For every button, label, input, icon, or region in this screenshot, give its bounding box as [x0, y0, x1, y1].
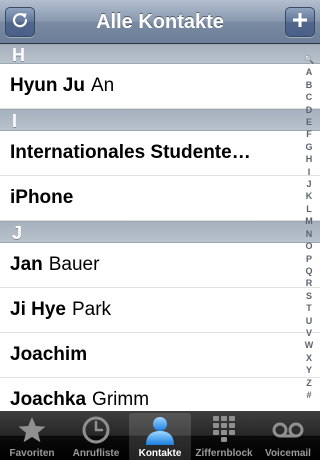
index-letter[interactable]: D	[306, 105, 313, 115]
index-letter[interactable]: X	[306, 353, 312, 363]
navigation-bar: Alle Kontakte	[0, 0, 320, 44]
tab-kontakte[interactable]: Kontakte	[129, 413, 191, 460]
refresh-icon	[11, 11, 29, 34]
index-letter[interactable]: V	[306, 328, 312, 338]
contact-family-name: An	[90, 75, 115, 96]
star-icon	[17, 415, 47, 450]
section-header-j: J	[0, 221, 320, 243]
contact-given-name: Ji Hye	[10, 299, 66, 320]
contact-family-name: Bauer	[48, 254, 100, 275]
clock-icon	[81, 415, 111, 450]
contact-given-name: Joachim	[10, 344, 88, 365]
contact-row[interactable]: iPhone	[0, 176, 320, 221]
contact-row[interactable]: Joachka Grimm	[0, 378, 320, 410]
tab-voicemail[interactable]: Voicemail	[257, 413, 319, 460]
index-letter[interactable]: U	[306, 316, 313, 326]
contact-list[interactable]: H Hyun Ju An I Internationales Studente… …	[0, 44, 320, 410]
alphabet-index[interactable]: 🔍 A B C D E F G H I J K L M N O P Q R S T U V W X Y Z #	[298, 55, 320, 400]
section-header-h: H	[0, 44, 320, 65]
tab-anrufliste[interactable]: Anrufliste	[65, 413, 127, 460]
index-letter[interactable]: C	[306, 92, 313, 102]
index-letter[interactable]: Y	[306, 365, 312, 375]
contact-family-name: Park	[71, 299, 112, 320]
section-header-i: I	[0, 109, 320, 131]
index-letter[interactable]: P	[306, 254, 312, 264]
keypad-icon	[209, 415, 239, 450]
index-letter[interactable]: H	[306, 154, 313, 164]
contact-family-name: Grimm	[92, 389, 150, 410]
index-letter[interactable]: L	[306, 204, 312, 214]
contact-given-name: Internationales Studente…	[10, 142, 251, 163]
tab-ziffernblock[interactable]: Ziffernblock	[193, 413, 255, 460]
refresh-button[interactable]	[5, 7, 35, 37]
index-letter[interactable]: B	[306, 80, 313, 90]
contact-given-name: iPhone	[10, 187, 74, 208]
index-letter[interactable]: O	[305, 241, 312, 251]
index-letter[interactable]: #	[306, 390, 311, 400]
page-title: Alle Kontakte	[96, 11, 224, 33]
contact-row[interactable]: Joachim	[0, 333, 320, 378]
contact-row[interactable]: Jan Bauer	[0, 243, 320, 288]
index-letter[interactable]: I	[308, 167, 311, 177]
add-contact-button[interactable]	[285, 7, 315, 37]
contact-given-name: Joachka	[10, 389, 87, 410]
index-letter[interactable]: G	[305, 142, 312, 152]
tab-favoriten[interactable]: Favoriten	[1, 413, 63, 460]
index-letter[interactable]: F	[306, 129, 312, 139]
contact-given-name: Hyun Ju	[10, 75, 85, 96]
plus-icon	[292, 12, 308, 33]
index-letter[interactable]: T	[306, 303, 312, 313]
index-letter[interactable]: Q	[305, 266, 312, 276]
index-search-icon[interactable]: 🔍	[304, 55, 314, 65]
index-letter[interactable]: M	[305, 216, 313, 226]
person-icon	[143, 415, 177, 450]
index-letter[interactable]: R	[306, 278, 313, 288]
index-letter[interactable]: E	[306, 117, 312, 127]
voicemail-icon	[271, 415, 305, 450]
index-letter[interactable]: J	[306, 179, 311, 189]
index-letter[interactable]: Z	[306, 378, 312, 388]
index-letter[interactable]: W	[305, 340, 314, 350]
index-letter[interactable]: K	[306, 191, 313, 201]
tab-bar: Favoriten Anrufliste Kontakte Ziffernblo…	[0, 411, 320, 460]
contact-row[interactable]: Hyun Ju An	[0, 64, 320, 109]
contact-row[interactable]: Ji Hye Park	[0, 288, 320, 333]
index-letter[interactable]: S	[306, 291, 312, 301]
index-letter[interactable]: A	[306, 67, 313, 77]
contact-given-name: Jan	[10, 254, 43, 275]
index-letter[interactable]: N	[306, 229, 313, 239]
contact-row[interactable]: Internationales Studente…	[0, 131, 320, 176]
